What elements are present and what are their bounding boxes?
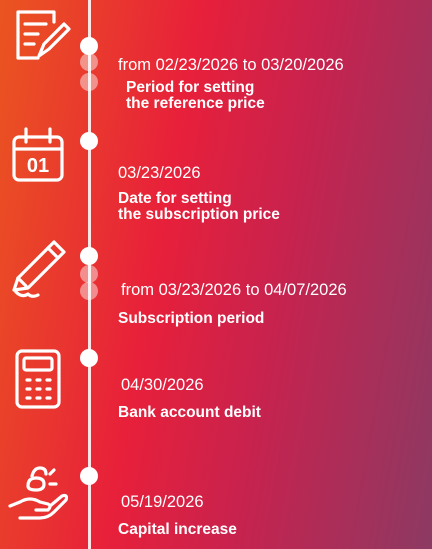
timeline-step: 03/23/2026 Date for setting the subscrip…	[118, 163, 430, 223]
step-date: 04/30/2026	[121, 376, 204, 394]
hand-coins-icon	[8, 464, 69, 524]
timeline-dot	[80, 247, 98, 265]
calendar-icon-label: 01	[27, 155, 49, 177]
timeline-step: 04/30/2026 Bank account debit	[118, 375, 430, 421]
timeline-dot-range-middle	[80, 53, 98, 71]
step-date: 05/19/2026	[121, 493, 204, 511]
step-title: Capital increase	[118, 521, 237, 538]
step-title-line: the reference price	[126, 95, 265, 112]
step-title: Date for setting the subscription price	[118, 191, 430, 223]
step-date: 03/23/2026	[118, 164, 201, 182]
step-date: from 03/23/2026 to 04/07/2026	[121, 281, 347, 299]
pen-icon	[8, 238, 68, 298]
calendar-icon: 01	[8, 125, 68, 185]
document-pen-icon	[8, 8, 71, 68]
step-date: from 02/23/2026 to 03/20/2026	[118, 56, 344, 74]
timeline-dot-range-end	[80, 282, 98, 300]
timeline-dot-range-end	[80, 73, 98, 91]
step-title: Subscription period	[118, 310, 265, 327]
calculator-icon	[8, 348, 68, 409]
timeline-step: from 03/23/2026 to 04/07/2026 Subscripti…	[118, 280, 430, 327]
timeline-dot	[80, 349, 98, 367]
timeline-dot	[80, 132, 98, 150]
timeline-step: 05/19/2026 Capital increase	[118, 492, 430, 538]
timeline-dot-range-middle	[80, 265, 98, 283]
step-title-line: Date for setting	[118, 190, 232, 207]
timeline-dot	[80, 467, 98, 485]
step-title-line: Period for setting	[126, 79, 255, 96]
timeline-step: from 02/23/2026 to 03/20/2026 Period for…	[118, 55, 430, 112]
step-title-line: the subscription price	[118, 206, 280, 223]
step-title: Period for setting the reference price	[118, 80, 430, 112]
step-title: Bank account debit	[118, 404, 261, 421]
